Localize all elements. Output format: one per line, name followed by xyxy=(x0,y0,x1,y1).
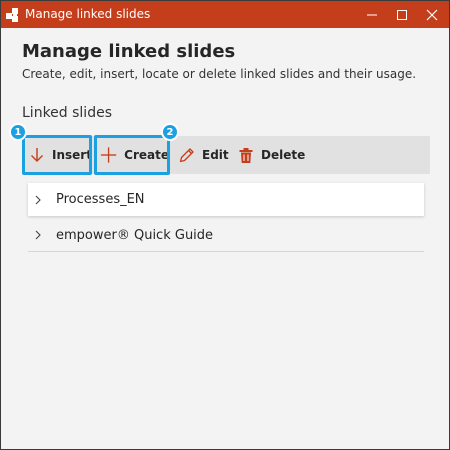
manage-linked-slides-dialog: Manage linked slides Manage linked slide… xyxy=(0,0,450,450)
edit-label: Edit xyxy=(202,148,229,162)
trash-icon xyxy=(239,147,253,163)
minimize-icon[interactable] xyxy=(357,1,387,28)
linked-slides-list: Processes_EN empower® Quick Guide xyxy=(28,183,424,252)
pencil-icon xyxy=(179,147,194,162)
list-item-label: Processes_EN xyxy=(56,192,145,207)
page-title: Manage linked slides xyxy=(22,41,236,62)
callout-badge-2: 2 xyxy=(161,123,179,141)
chevron-right-icon[interactable] xyxy=(34,230,42,240)
list-item-label: empower® Quick Guide xyxy=(56,227,214,243)
callout-badge-1: 1 xyxy=(9,123,27,141)
maximize-icon[interactable] xyxy=(387,1,417,28)
callout-highlight-insert xyxy=(22,135,92,175)
callout-highlight-create xyxy=(94,135,170,175)
title-bar[interactable]: Manage linked slides xyxy=(1,1,449,28)
list-item[interactable]: empower® Quick Guide xyxy=(28,219,424,252)
page-description: Create, edit, insert, locate or delete l… xyxy=(22,67,417,81)
window-title: Manage linked slides xyxy=(25,7,151,21)
section-label-linked-slides: Linked slides xyxy=(22,105,112,121)
delete-label: Delete xyxy=(261,148,306,162)
close-icon[interactable] xyxy=(417,1,447,28)
edit-button[interactable]: Edit xyxy=(176,136,236,174)
list-item[interactable]: Processes_EN xyxy=(28,183,424,216)
app-logo-icon xyxy=(5,7,21,23)
delete-button[interactable]: Delete xyxy=(238,136,318,174)
chevron-right-icon[interactable] xyxy=(34,195,42,205)
